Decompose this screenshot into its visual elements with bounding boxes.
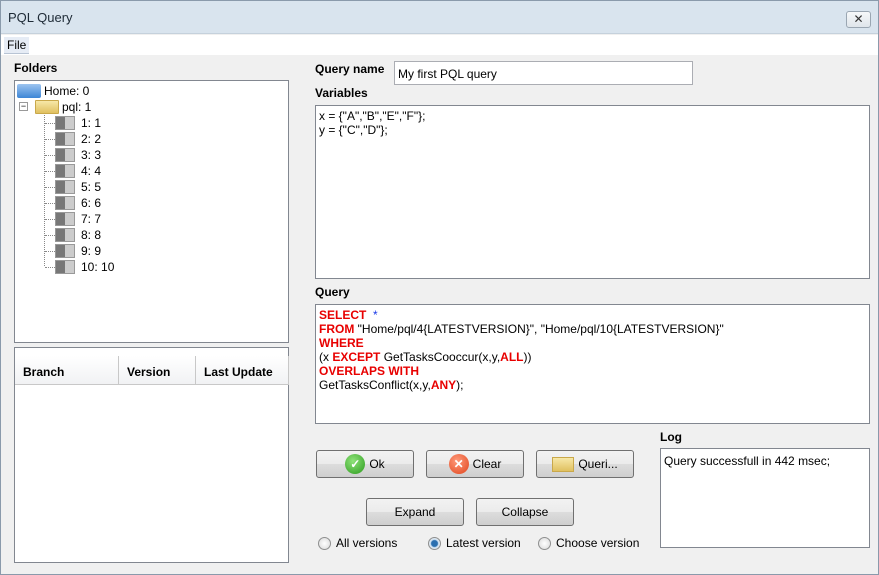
query-textarea[interactable]: SELECT * FROM "Home/pql/4{LATESTVERSION}"… [315,304,870,424]
clear-x-icon: ✕ [448,454,469,474]
tree-line [45,203,55,204]
query-label: Query [315,285,350,299]
tree-label: Home: 0 [44,84,90,98]
tree-line [45,155,55,156]
radio-label: Choose version [556,536,640,550]
column-header-version[interactable]: Version [119,356,196,385]
folders-label: Folders [14,61,58,75]
folder-icon [35,100,59,114]
folder-tree[interactable]: Home: 0 − pql: 1 1: 1 2: 2 3: 3 4: 4 5: 5 6: … [14,80,289,343]
query-keyword: SELECT [319,308,367,322]
query-name-input[interactable]: My first PQL query [394,61,693,85]
tree-label: 3: 3 [81,148,102,162]
tree-label: 8: 8 [81,228,102,242]
menu-file[interactable]: File [4,37,30,54]
radio-all-versions[interactable]: All versions [318,536,397,550]
query-line: SELECT * [319,308,866,322]
ok-button[interactable]: ✓ Ok [316,450,414,478]
version-node-icon [55,116,75,130]
collapse-toggle-icon[interactable]: − [19,102,28,111]
tree-label: 4: 4 [81,164,102,178]
version-node-icon [55,148,75,162]
title-bar: PQL Query ✕ [1,1,878,34]
tree-line [45,123,55,124]
version-node-icon [55,164,75,178]
version-node-icon [55,180,75,194]
query-line: GetTasksConflict(x,y,ANY); [319,378,866,392]
query-name-label: Query name [315,62,385,76]
version-node-icon [55,260,75,274]
tree-label: 10: 10 [81,260,115,274]
query-line: OVERLAPS WITH [319,364,866,378]
tree-label: 7: 7 [81,212,102,226]
home-icon [17,84,41,98]
tree-line [45,171,55,172]
radio-icon [538,536,551,550]
tree-label: 1: 1 [81,116,102,130]
tree-line [45,219,55,220]
queries-button[interactable]: Queri... [536,450,634,478]
query-text: ); [456,378,464,392]
query-text: (x [319,350,333,364]
tree-line [45,267,55,268]
version-node-icon [55,196,75,210]
version-node-icon [55,212,75,226]
radio-selected-icon [428,536,441,550]
clear-button[interactable]: ✕ Clear [426,450,524,478]
version-node-icon [55,132,75,146]
radio-label: Latest version [446,536,521,550]
log-label: Log [660,430,682,444]
collapse-button[interactable]: Collapse [476,498,574,526]
tree-line [44,115,45,266]
check-icon: ✓ [345,454,366,474]
tree-line [45,251,55,252]
tree-line [45,187,55,188]
query-text: )) [523,350,532,364]
query-line: (x EXCEPT GetTasksCooccur(x,y,ALL)) [319,350,866,364]
expand-button[interactable]: Expand [366,498,464,526]
queries-label: Queri... [578,457,618,471]
log-output: Query successfull in 442 msec; [660,448,870,548]
tree-line [45,139,55,140]
ok-label: Ok [369,457,385,471]
radio-icon [318,536,331,550]
tree-line [45,235,55,236]
pql-query-window: PQL Query ✕ File Folders Home: 0 − pql: … [0,0,879,575]
close-button[interactable]: ✕ [846,11,871,28]
clear-label: Clear [472,457,502,471]
query-line: FROM "Home/pql/4{LATESTVERSION}", "Home/… [319,322,866,336]
radio-choose-version[interactable]: Choose version [538,536,639,550]
variables-textarea[interactable]: x = {"A","B","E","F"}; y = {"C","D"}; [315,105,870,279]
version-node-icon [55,228,75,242]
column-header-branch[interactable]: Branch [15,356,119,385]
folder-icon [552,456,575,472]
query-keyword: OVERLAPS WITH [319,364,420,378]
query-text: "Home/pql/4{LATESTVERSION}", "Home/pql/1… [354,322,724,336]
query-keyword: WHERE [319,336,364,350]
radio-label: All versions [336,536,398,550]
tree-label: 5: 5 [81,180,102,194]
query-keyword: ANY [430,378,457,392]
query-keyword: FROM [319,322,355,336]
tree-label: 9: 9 [81,244,102,258]
query-text: GetTasksCooccur(x,y, [380,350,501,364]
menu-bar: File [1,35,878,55]
radio-latest-version[interactable]: Latest version [428,536,521,550]
version-node-icon [55,244,75,258]
variables-line: x = {"A","B","E","F"}; [319,109,426,123]
tree-label: 6: 6 [81,196,102,210]
query-keyword: ALL [500,350,524,364]
query-text: * [366,308,378,322]
window-title: PQL Query [8,10,73,25]
tree-label: pql: 1 [62,100,92,114]
variables-line: y = {"C","D"}; [319,123,388,137]
version-table: Branch Version Last Update [14,347,289,563]
column-header-last-update[interactable]: Last Update [196,356,289,385]
query-keyword: EXCEPT [332,350,381,364]
query-text: GetTasksConflict(x,y, [319,378,431,392]
variables-label: Variables [315,86,368,100]
query-line: WHERE [319,336,866,350]
tree-label: 2: 2 [81,132,102,146]
